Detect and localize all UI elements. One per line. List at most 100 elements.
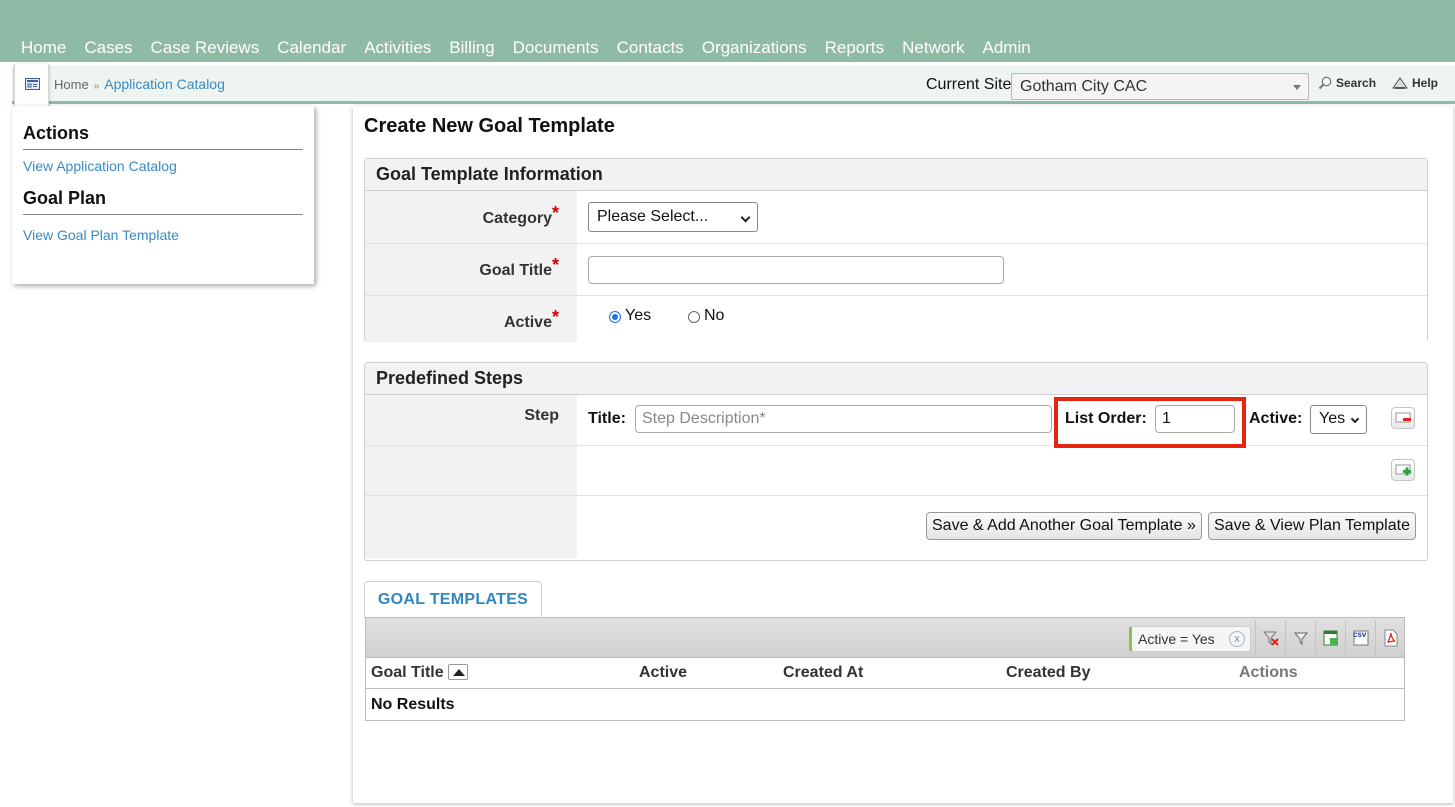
filter-button[interactable] bbox=[1285, 620, 1315, 656]
active-filter-chip[interactable]: Active = Yes x bbox=[1129, 626, 1251, 652]
add-row-icon bbox=[1395, 464, 1411, 476]
step-active-label: Active: bbox=[1249, 410, 1303, 427]
breadcrumb: Home » Application Catalog bbox=[54, 76, 225, 92]
required-marker: * bbox=[551, 307, 559, 327]
category-label: Category bbox=[482, 210, 552, 227]
active-yes-radio[interactable] bbox=[609, 311, 621, 323]
grid-header: Goal Title Active Created At Created By … bbox=[366, 658, 1404, 689]
nav-network[interactable]: Network bbox=[893, 37, 973, 59]
breadcrumb-bar: Home » Application Catalog Current Site Go… bbox=[12, 64, 1455, 108]
goal-title-input[interactable] bbox=[588, 256, 1004, 284]
breadcrumb-current[interactable]: Application Catalog bbox=[104, 76, 225, 92]
add-step-button[interactable] bbox=[1391, 459, 1415, 481]
help-label: Help bbox=[1412, 76, 1439, 90]
clear-filters-button[interactable] bbox=[1255, 620, 1285, 656]
no-results-message: No Results bbox=[371, 696, 455, 713]
grid-toolbar: Active = Yes x csv bbox=[365, 617, 1405, 658]
goal-title-label: Goal Title bbox=[479, 262, 552, 279]
list-order-highlight bbox=[1054, 397, 1246, 448]
step-description-input[interactable]: Step Description* bbox=[635, 405, 1052, 433]
sidebar: Actions View Application Catalog Goal Pl… bbox=[12, 106, 314, 284]
nav-documents[interactable]: Documents bbox=[504, 37, 608, 59]
nav-home[interactable]: Home bbox=[12, 37, 75, 59]
export-excel-button[interactable] bbox=[1315, 620, 1345, 656]
step-label: Step bbox=[524, 407, 559, 424]
category-row: Category* Please Select... bbox=[365, 191, 1427, 244]
goal-plan-heading: Goal Plan bbox=[23, 188, 303, 215]
page-title: Create New Goal Template bbox=[364, 115, 615, 137]
col-goal-title[interactable]: Goal Title bbox=[371, 663, 468, 682]
active-no-label[interactable]: No bbox=[704, 307, 724, 325]
goal-templates-grid: Goal Title Active Created At Created By … bbox=[365, 658, 1405, 721]
col-created-at[interactable]: Created At bbox=[783, 664, 863, 682]
col-active[interactable]: Active bbox=[639, 664, 687, 682]
nav-billing[interactable]: Billing bbox=[440, 37, 503, 59]
step-title-label: Title: bbox=[588, 410, 626, 427]
nav-organizations[interactable]: Organizations bbox=[693, 37, 816, 59]
breadcrumb-home[interactable]: Home bbox=[54, 77, 89, 92]
nav-admin[interactable]: Admin bbox=[974, 37, 1040, 59]
search-icon bbox=[1318, 76, 1332, 90]
add-step-row bbox=[365, 446, 1427, 496]
pdf-icon bbox=[1384, 629, 1397, 647]
nav-case-reviews[interactable]: Case Reviews bbox=[142, 37, 269, 59]
search-link[interactable]: Search bbox=[1318, 76, 1376, 90]
help-link[interactable]: Help bbox=[1392, 76, 1438, 90]
export-pdf-button[interactable] bbox=[1375, 620, 1405, 656]
col-actions: Actions bbox=[1239, 664, 1298, 681]
step-active-select[interactable]: Yes bbox=[1310, 405, 1367, 434]
clear-filter-icon bbox=[1262, 631, 1279, 646]
active-no-radio[interactable] bbox=[688, 311, 700, 323]
active-yes-label[interactable]: Yes bbox=[625, 307, 651, 325]
goal-title-row: Goal Title* bbox=[365, 244, 1427, 296]
export-csv-button[interactable]: csv bbox=[1345, 620, 1375, 656]
section-heading: Predefined Steps bbox=[365, 363, 1427, 395]
save-buttons-row: Save & Add Another Goal Template » Save … bbox=[365, 496, 1427, 558]
app-catalog-icon[interactable] bbox=[14, 64, 49, 108]
nav-calendar[interactable]: Calendar bbox=[268, 37, 355, 59]
step-description-placeholder: Step Description* bbox=[642, 410, 766, 427]
remove-filter-icon[interactable]: x bbox=[1229, 631, 1245, 647]
nav-contacts[interactable]: Contacts bbox=[608, 37, 693, 59]
current-site-value: Gotham City CAC bbox=[1020, 78, 1148, 95]
top-nav: Home Cases Case Reviews Calendar Activit… bbox=[0, 0, 1455, 62]
sort-ascending-icon[interactable] bbox=[447, 663, 468, 680]
view-application-catalog-link[interactable]: View Application Catalog bbox=[23, 158, 177, 174]
search-label: Search bbox=[1336, 76, 1377, 90]
step-row: Step Title: Step Description* List Order… bbox=[365, 395, 1427, 446]
nav-activities[interactable]: Activities bbox=[355, 37, 440, 59]
nav-cases[interactable]: Cases bbox=[75, 37, 141, 59]
filter-icon bbox=[1293, 632, 1308, 646]
excel-icon bbox=[1323, 630, 1338, 646]
save-add-another-button[interactable]: Save & Add Another Goal Template » bbox=[926, 512, 1202, 540]
category-select[interactable]: Please Select... bbox=[588, 202, 758, 232]
required-marker: * bbox=[551, 255, 559, 275]
section-heading: Goal Template Information bbox=[365, 159, 1427, 191]
chevron-down-icon bbox=[1350, 414, 1360, 424]
breadcrumb-separator: » bbox=[93, 81, 100, 92]
goal-template-info-section: Goal Template Information Category* Plea… bbox=[364, 158, 1428, 342]
step-active-value: Yes bbox=[1319, 410, 1346, 427]
csv-icon-label: csv bbox=[1353, 630, 1367, 639]
nav-reports[interactable]: Reports bbox=[816, 37, 894, 59]
tab-goal-templates[interactable]: GOAL TEMPLATES bbox=[364, 581, 542, 618]
col-created-by[interactable]: Created By bbox=[1006, 664, 1090, 682]
current-site-select[interactable]: Gotham City CAC bbox=[1011, 73, 1309, 100]
help-icon bbox=[1392, 76, 1408, 89]
active-row: Active* Yes No bbox=[365, 296, 1427, 342]
remove-row-icon bbox=[1395, 412, 1411, 423]
active-label: Active bbox=[503, 314, 552, 331]
filter-chip-label: Active = Yes bbox=[1138, 631, 1215, 647]
remove-step-button[interactable] bbox=[1391, 407, 1415, 429]
required-marker: * bbox=[551, 203, 559, 223]
actions-heading: Actions bbox=[23, 123, 303, 150]
predefined-steps-section: Predefined Steps Step Title: Step Descri… bbox=[364, 362, 1428, 561]
current-site-label: Current Site bbox=[926, 76, 1012, 93]
category-select-value: Please Select... bbox=[597, 208, 709, 225]
col-goal-title-label: Goal Title bbox=[371, 664, 444, 681]
view-goal-plan-template-link[interactable]: View Goal Plan Template bbox=[23, 227, 179, 243]
caret-down-icon bbox=[1293, 85, 1301, 90]
chevron-down-icon bbox=[740, 212, 751, 223]
save-view-plan-button[interactable]: Save & View Plan Template bbox=[1208, 512, 1416, 540]
main-menu: Home Cases Case Reviews Calendar Activit… bbox=[12, 37, 1040, 59]
